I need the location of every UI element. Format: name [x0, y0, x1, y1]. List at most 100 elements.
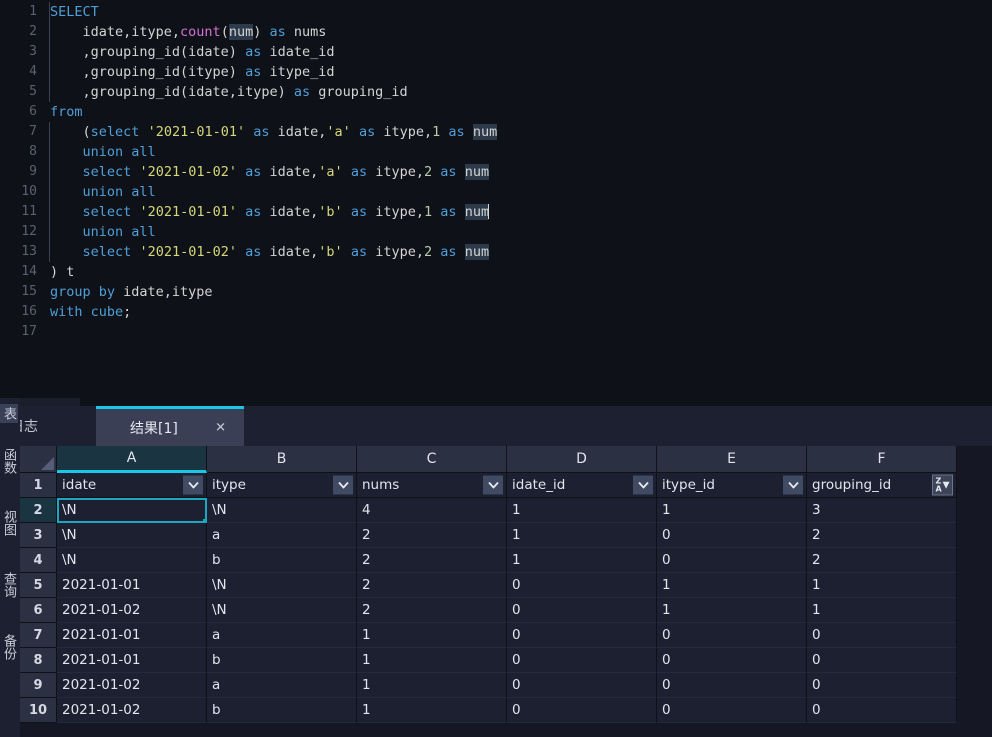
chevron-down-icon[interactable] [333, 475, 353, 495]
table-cell[interactable]: 0 [657, 523, 807, 548]
table-cell[interactable]: 0 [507, 673, 657, 698]
column-header-d[interactable]: D [507, 446, 657, 473]
result-grid[interactable]: A B C D E F 1 idate itype nums idate_id itype_id gro… [20, 446, 992, 737]
table-cell[interactable]: 4 [357, 498, 507, 523]
table-cell[interactable]: 0 [657, 623, 807, 648]
table-cell[interactable]: 2021-01-02 [57, 598, 207, 623]
row-header[interactable]: 5 [20, 573, 57, 598]
table-cell[interactable]: 0 [807, 698, 957, 723]
sql-editor[interactable]: 1 2 3 4 5 6 7 8 9 10 11 12 13 14 15 16 17 SELECT idate,i… [0, 0, 992, 398]
table-cell[interactable]: 0 [657, 648, 807, 673]
row-header[interactable]: 8 [20, 648, 57, 673]
table-row[interactable]: 7 2021-01-01 a 1 0 0 0 [20, 623, 957, 648]
table-row[interactable]: 3 \N a 2 1 0 2 [20, 523, 957, 548]
table-cell[interactable]: a [207, 623, 357, 648]
table-cell[interactable]: 1 [507, 523, 657, 548]
chevron-down-icon[interactable] [633, 475, 653, 495]
table-cell[interactable]: 1 [507, 498, 657, 523]
table-cell[interactable]: 1 [357, 673, 507, 698]
column-header-a[interactable]: A [57, 446, 207, 473]
table-cell[interactable]: 0 [507, 623, 657, 648]
table-cell[interactable]: 2 [807, 548, 957, 573]
table-row[interactable]: 6 2021-01-02 \N 2 0 1 1 [20, 598, 957, 623]
field-name-cell-nums[interactable]: nums [357, 473, 507, 498]
table-cell[interactable]: 0 [657, 673, 807, 698]
table-cell[interactable]: 0 [507, 598, 657, 623]
table-cell[interactable]: 2 [357, 573, 507, 598]
table-cell[interactable]: 3 [807, 498, 957, 523]
table-cell[interactable]: 0 [807, 648, 957, 673]
table-cell[interactable]: 0 [657, 548, 807, 573]
table-cell[interactable]: 2 [807, 523, 957, 548]
column-header-f[interactable]: F [807, 446, 957, 473]
column-header-c[interactable]: C [357, 446, 507, 473]
table-row[interactable]: 10 2021-01-02 b 1 0 0 0 [20, 698, 957, 723]
row-header[interactable]: 6 [20, 598, 57, 623]
table-row[interactable]: 4 \N b 2 1 0 2 [20, 548, 957, 573]
row-header[interactable]: 10 [20, 698, 57, 723]
left-toolbar-item-2[interactable]: 视图 [0, 510, 18, 536]
table-cell[interactable]: 0 [807, 623, 957, 648]
row-header[interactable]: 9 [20, 673, 57, 698]
table-cell[interactable]: \N [207, 598, 357, 623]
table-cell[interactable]: \N [57, 523, 207, 548]
table-cell[interactable]: a [207, 523, 357, 548]
table-cell[interactable]: b [207, 548, 357, 573]
table-cell[interactable]: 2 [357, 548, 507, 573]
left-toolbar-item-1[interactable]: 函数 [0, 448, 18, 474]
result-tab-1[interactable]: 结果[1] ✕ [96, 406, 244, 446]
column-header-b[interactable]: B [207, 446, 357, 473]
table-cell[interactable]: 1 [807, 598, 957, 623]
table-cell[interactable]: 0 [507, 698, 657, 723]
field-name-cell-itype[interactable]: itype [207, 473, 357, 498]
table-cell[interactable]: 1 [357, 648, 507, 673]
table-cell[interactable]: 2021-01-02 [57, 673, 207, 698]
table-row[interactable]: 5 2021-01-01 \N 2 0 1 1 [20, 573, 957, 598]
field-name-cell-idate[interactable]: idate [57, 473, 207, 498]
table-cell[interactable]: 1 [657, 498, 807, 523]
table-cell[interactable]: \N [207, 573, 357, 598]
table-row[interactable]: 8 2021-01-01 b 1 0 0 0 [20, 648, 957, 673]
table-cell[interactable]: 1 [657, 598, 807, 623]
column-header-e[interactable]: E [657, 446, 807, 473]
field-name-cell-grouping_id[interactable]: grouping_id Z A ▼ [807, 473, 957, 498]
row-header[interactable]: 3 [20, 523, 57, 548]
chevron-down-icon[interactable] [183, 475, 203, 495]
table-cell[interactable]: 2021-01-01 [57, 648, 207, 673]
select-all-corner[interactable] [20, 446, 57, 473]
table-cell[interactable]: 2 [357, 523, 507, 548]
table-cell[interactable]: 1 [807, 573, 957, 598]
table-row[interactable]: 9 2021-01-02 a 1 0 0 0 [20, 673, 957, 698]
table-cell[interactable]: \N [57, 548, 207, 573]
table-cell[interactable]: 0 [807, 673, 957, 698]
table-cell[interactable]: 2 [357, 598, 507, 623]
left-toolbar-item-0[interactable]: 表 [0, 404, 18, 423]
table-cell[interactable]: 2021-01-01 [57, 623, 207, 648]
table-cell[interactable]: b [207, 648, 357, 673]
row-header[interactable]: 2 [20, 498, 57, 523]
sort-descending-icon[interactable]: Z A ▼ [932, 474, 953, 496]
tab-close-icon[interactable]: ✕ [215, 420, 226, 435]
field-name-cell-idate_id[interactable]: idate_id [507, 473, 657, 498]
left-toolbar-item-4[interactable]: 备份 [0, 634, 18, 660]
table-cell[interactable]: 1 [357, 698, 507, 723]
row-header[interactable]: 7 [20, 623, 57, 648]
table-cell[interactable]: 2021-01-01 [57, 573, 207, 598]
field-name-cell-itype_id[interactable]: itype_id [657, 473, 807, 498]
table-cell[interactable]: 0 [507, 648, 657, 673]
table-cell[interactable]: 1 [507, 548, 657, 573]
table-cell[interactable]: b [207, 698, 357, 723]
chevron-down-icon[interactable] [783, 475, 803, 495]
table-cell[interactable]: a [207, 673, 357, 698]
left-vertical-toolbar[interactable]: 表函数 视图 查询 备份 [0, 398, 20, 737]
row-header[interactable]: 4 [20, 548, 57, 573]
table-cell[interactable]: 0 [657, 698, 807, 723]
table-cell[interactable]: \N [207, 498, 357, 523]
table-cell[interactable]: 1 [357, 623, 507, 648]
row-header[interactable]: 1 [20, 473, 57, 498]
table-row[interactable]: 2 \N \N 4 1 1 3 [20, 498, 957, 523]
left-toolbar-item-3[interactable]: 查询 [0, 572, 18, 598]
table-cell[interactable]: \N [57, 498, 207, 523]
editor-code-area[interactable]: SELECT idate,itype,count(num) as nums ,g… [44, 0, 992, 398]
chevron-down-icon[interactable] [483, 475, 503, 495]
